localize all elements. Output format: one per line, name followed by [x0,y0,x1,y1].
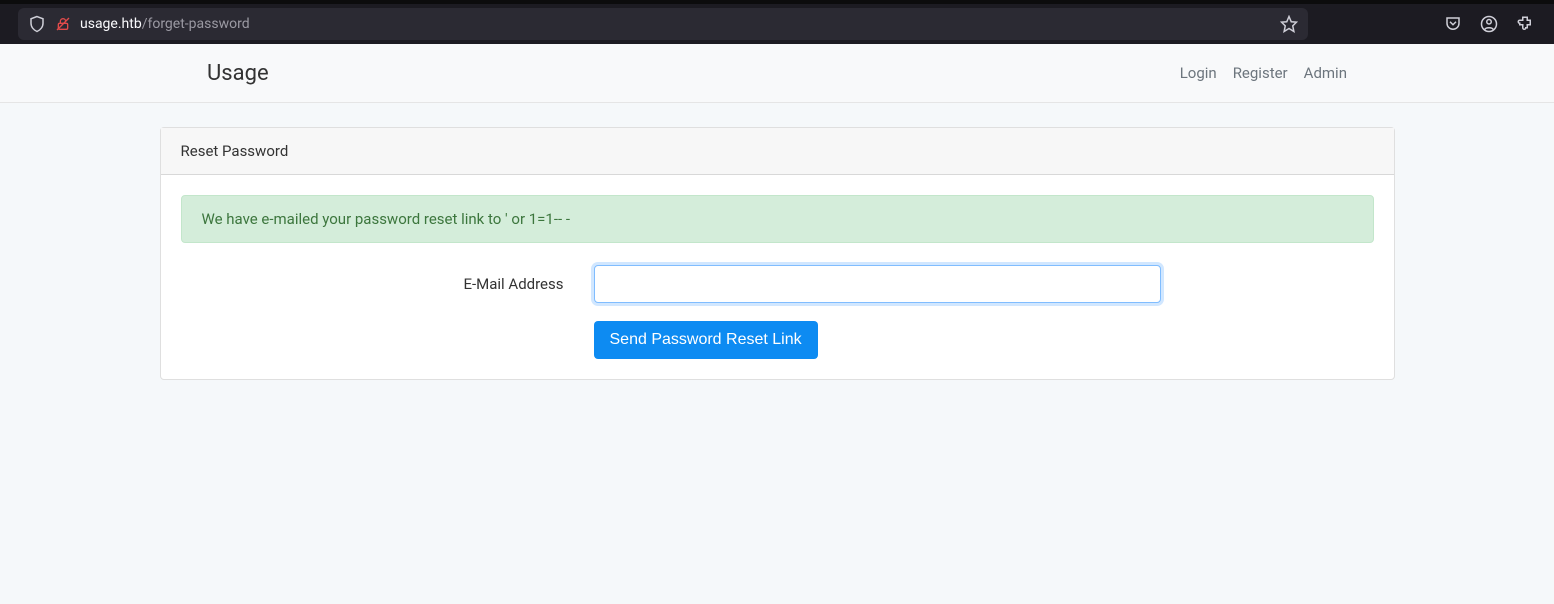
alert-success: We have e-mailed your password reset lin… [181,195,1374,243]
site-navbar: Usage Login Register Admin [0,44,1554,103]
browser-chrome-bar: usage.htb/forget-password [0,0,1554,44]
nav-link-admin[interactable]: Admin [1304,64,1347,82]
submit-button[interactable]: Send Password Reset Link [594,321,818,359]
extensions-icon[interactable] [1516,15,1534,33]
bookmark-star-icon[interactable] [1280,15,1298,33]
browser-toolbar-right [1444,15,1546,33]
lock-insecure-icon[interactable] [54,15,72,33]
shield-icon[interactable] [28,15,46,33]
nav-link-login[interactable]: Login [1180,64,1217,82]
main-container: Reset Password We have e-mailed your pas… [160,127,1395,380]
nav-link-register[interactable]: Register [1233,64,1288,82]
brand[interactable]: Usage [207,53,269,94]
url-text: usage.htb/forget-password [80,16,1272,32]
card-header: Reset Password [161,128,1394,175]
card-body: We have e-mailed your password reset lin… [161,175,1394,379]
account-icon[interactable] [1480,15,1498,33]
form-actions: Send Password Reset Link [181,321,1374,359]
url-bar[interactable]: usage.htb/forget-password [18,8,1308,40]
nav-inner: Usage Login Register Admin [207,53,1347,94]
reset-password-card: Reset Password We have e-mailed your pas… [160,127,1395,380]
email-label: E-Mail Address [181,275,594,293]
url-path: /forget-password [142,16,250,32]
form-row-email: E-Mail Address [181,265,1374,303]
url-host: usage.htb [80,16,142,32]
email-field[interactable] [594,265,1161,303]
pocket-icon[interactable] [1444,15,1462,33]
nav-links: Login Register Admin [1180,64,1347,82]
